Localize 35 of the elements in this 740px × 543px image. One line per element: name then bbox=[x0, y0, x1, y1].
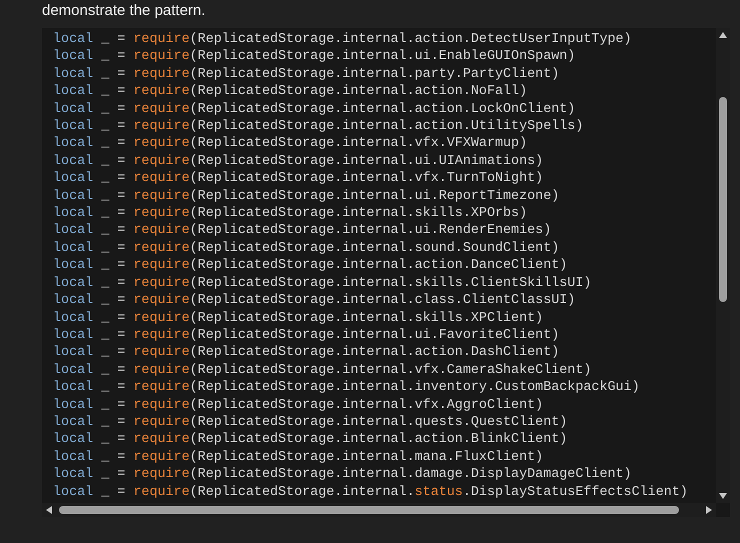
code-line: local _ = require(ReplicatedStorage.internal.mana.FluxClient) bbox=[53, 448, 544, 466]
code-line: local _ = require(ReplicatedStorage.internal.vfx.AggroClient) bbox=[53, 396, 544, 414]
code-line: local _ = require(ReplicatedStorage.internal.class.ClientClassUI) bbox=[53, 292, 576, 310]
code-line: local _ = require(ReplicatedStorage.internal.vfx.TurnToNight) bbox=[53, 170, 544, 188]
code-line: local _ = require(ReplicatedStorage.internal.ui.FavoriteClient) bbox=[53, 326, 560, 344]
code-line: local _ = require(ReplicatedStorage.internal.vfx.CameraShakeClient) bbox=[53, 362, 592, 380]
code-line: local _ = require(ReplicatedStorage.internal.skills.XPClient) bbox=[53, 310, 544, 327]
code-line: local _ = require(ReplicatedStorage.internal.action.UtilitySpells) bbox=[53, 118, 584, 136]
scroll-up-icon[interactable] bbox=[718, 31, 728, 39]
code-line: local _ = require(ReplicatedStorage.internal.action.DanceClient) bbox=[53, 257, 568, 275]
code-line: local _ = require(ReplicatedStorage.internal.action.BlinkClient) bbox=[53, 431, 568, 449]
code-line: local _ = require(ReplicatedStorage.internal.damage.DisplayDamageClient) bbox=[53, 466, 632, 484]
code-line: local _ = require(ReplicatedStorage.internal.ui.UIAnimations) bbox=[53, 152, 544, 170]
code-line: local _ = require(ReplicatedStorage.internal.action.DashClient) bbox=[53, 344, 560, 362]
code-line: local _ = require(ReplicatedStorage.internal.ui.ReportTimezone) bbox=[53, 188, 560, 206]
code-line: local _ = require(ReplicatedStorage.internal.action.DetectUserInputType) bbox=[53, 31, 632, 48]
code-line: local _ = require(ReplicatedStorage.internal.ui.RenderEnemies) bbox=[53, 222, 552, 240]
code-line: local _ = require(ReplicatedStorage.internal.skills.XPOrbs) bbox=[53, 205, 528, 222]
code-line: local _ = require(ReplicatedStorage.internal.ui.EnableGUIOnSpawn) bbox=[53, 48, 576, 66]
code-line: local _ = require(ReplicatedStorage.internal.inventory.CustomBackpackGui) bbox=[53, 379, 640, 397]
code-line: local _ = require(ReplicatedStorage.internal.party.PartyClient) bbox=[53, 66, 560, 84]
code-line: local _ = require(ReplicatedStorage.internal.sound.SoundClient) bbox=[53, 240, 560, 258]
scroll-left-icon[interactable] bbox=[45, 504, 53, 515]
code-line: local _ = require(ReplicatedStorage.internal.status.DisplayStatusEffectsClient) bbox=[53, 484, 688, 501]
code-line: local _ = require(ReplicatedStorage.internal.action.NoFall) bbox=[53, 83, 528, 101]
intro-text: demonstrate the pattern. bbox=[42, 2, 206, 20]
horizontal-scrollbar[interactable] bbox=[42, 502, 716, 517]
code-line: local _ = require(ReplicatedStorage.internal.quests.QuestClient) bbox=[53, 414, 568, 432]
code-line: local _ = require(ReplicatedStorage.internal.vfx.VFXWarmup) bbox=[53, 135, 528, 153]
scrollbar-thumb[interactable] bbox=[719, 97, 727, 302]
scrollbar-thumb[interactable] bbox=[59, 506, 679, 514]
scroll-right-icon[interactable] bbox=[705, 504, 713, 515]
code-line: local _ = require(ReplicatedStorage.internal.action.LockOnClient) bbox=[53, 100, 576, 118]
scroll-down-icon[interactable] bbox=[718, 492, 728, 500]
code-line: local _ = require(ReplicatedStorage.internal.skills.ClientSkillsUI) bbox=[53, 274, 592, 292]
